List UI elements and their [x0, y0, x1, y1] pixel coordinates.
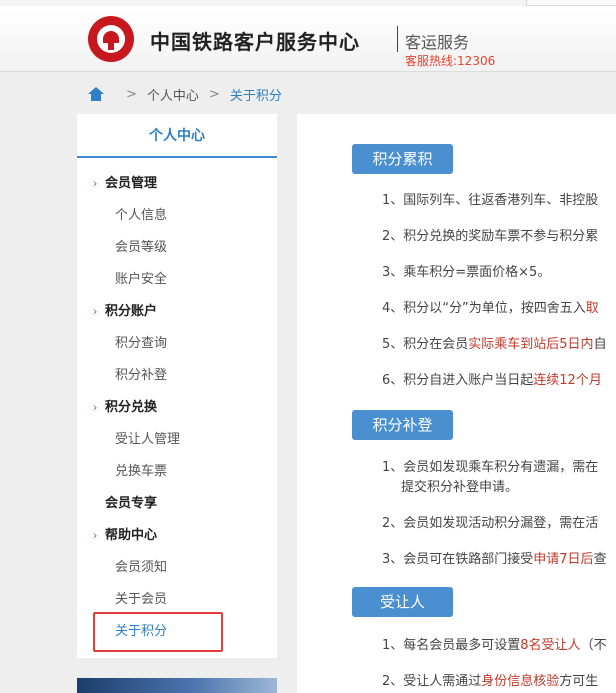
chevron-right-icon: ›	[93, 177, 98, 190]
breadcrumb: > 个人中心 > 关于积分	[88, 84, 282, 104]
content-line: 4、积分以“分”为单位，按四舍五入取	[382, 301, 599, 316]
content-line: 2、会员如发现活动积分漏登，需在活	[382, 516, 599, 531]
sidebar-item-member-notice[interactable]: 会员须知	[77, 552, 277, 584]
site-subtitle: 客运服务	[405, 33, 470, 52]
service-hotline: 客服热线:12306	[405, 54, 496, 68]
sidebar-menu: › 会员管理 个人信息 会员等级 账户安全 › 积分账户 积分查询 积分补登 ›…	[77, 168, 277, 648]
sidebar-group-label: 会员专享	[105, 496, 158, 511]
sidebar-group-label: 会员管理	[105, 176, 158, 191]
main-content: 积分累积 1、国际列车、往返香港列车、非控股 2、积分兑换的奖励车票不参与积分累…	[297, 114, 616, 693]
sidebar-item-personal-info[interactable]: 个人信息	[77, 200, 277, 232]
chevron-right-icon: ›	[93, 401, 98, 414]
sidebar-group-points-account[interactable]: › 积分账户	[77, 296, 277, 328]
breadcrumb-personal-center[interactable]: 个人中心	[147, 85, 199, 104]
content-line: 1、国际列车、往返香港列车、非控股	[382, 193, 599, 208]
sidebar-title[interactable]: 个人中心	[77, 114, 277, 158]
sidebar-item-redeem-ticket[interactable]: 兑换车票	[77, 456, 277, 488]
sidebar-group-member-management[interactable]: › 会员管理	[77, 168, 277, 200]
section-title-points-accumulation: 积分累积	[352, 144, 453, 174]
sidebar-group-help-center[interactable]: › 帮助中心	[77, 520, 277, 552]
section-title-beneficiary: 受让人	[352, 587, 453, 617]
promo-banner[interactable]	[77, 678, 277, 693]
chevron-right-icon: ›	[93, 305, 98, 318]
sidebar-item-points-makeup[interactable]: 积分补登	[77, 360, 277, 392]
content-line: 1、会员如发现乘车积分有遗漏，需在	[382, 460, 599, 475]
sidebar-item-member-level[interactable]: 会员等级	[77, 232, 277, 264]
site-title: 中国铁路客户服务中心	[150, 30, 360, 54]
railway-logo-icon[interactable]	[88, 16, 134, 62]
breadcrumb-separator: >	[208, 86, 220, 102]
section-title-points-makeup: 积分补登	[352, 410, 453, 440]
chevron-right-icon: ›	[93, 529, 98, 542]
content-line: 3、乘车积分=票面价格×5。	[382, 265, 551, 280]
content-line: 提交积分补登申请。	[401, 480, 519, 495]
site-header: 中国铁路客户服务中心 客运服务 客服热线:12306	[0, 6, 616, 72]
sidebar-group-label: 积分兑换	[105, 400, 158, 415]
content-line: 1、每名会员最多可设置8名受让人（不	[382, 638, 607, 653]
title-divider	[397, 26, 398, 52]
sidebar-item-points-query[interactable]: 积分查询	[77, 328, 277, 360]
content-line: 2、受让人需通过身份信息核验方可生	[382, 674, 599, 689]
sidebar-group-member-exclusive[interactable]: 会员专享	[77, 488, 277, 520]
annotation-highlight-box	[93, 612, 223, 652]
content-line: 2、积分兑换的奖励车票不参与积分累	[382, 229, 599, 244]
sidebar-group-points-redeem[interactable]: › 积分兑换	[77, 392, 277, 424]
sidebar-group-label: 积分账户	[105, 304, 158, 319]
breadcrumb-current[interactable]: 关于积分	[230, 85, 282, 104]
sidebar-group-label: 帮助中心	[105, 528, 158, 543]
breadcrumb-separator: >	[126, 86, 137, 102]
content-line: 5、积分在会员实际乘车到站后5日内自	[382, 337, 607, 352]
sidebar: 个人中心 › 会员管理 个人信息 会员等级 账户安全 › 积分账户 积分查询 积…	[77, 114, 277, 658]
content-line: 6、积分自进入账户当日起连续12个月	[382, 373, 602, 388]
content-line: 3、会员可在铁路部门接受申请7日后查	[382, 552, 607, 567]
home-icon[interactable]	[88, 87, 104, 101]
sidebar-item-beneficiary-management[interactable]: 受让人管理	[77, 424, 277, 456]
railway-logo-inner	[97, 25, 125, 53]
sidebar-item-account-security[interactable]: 账户安全	[77, 264, 277, 296]
